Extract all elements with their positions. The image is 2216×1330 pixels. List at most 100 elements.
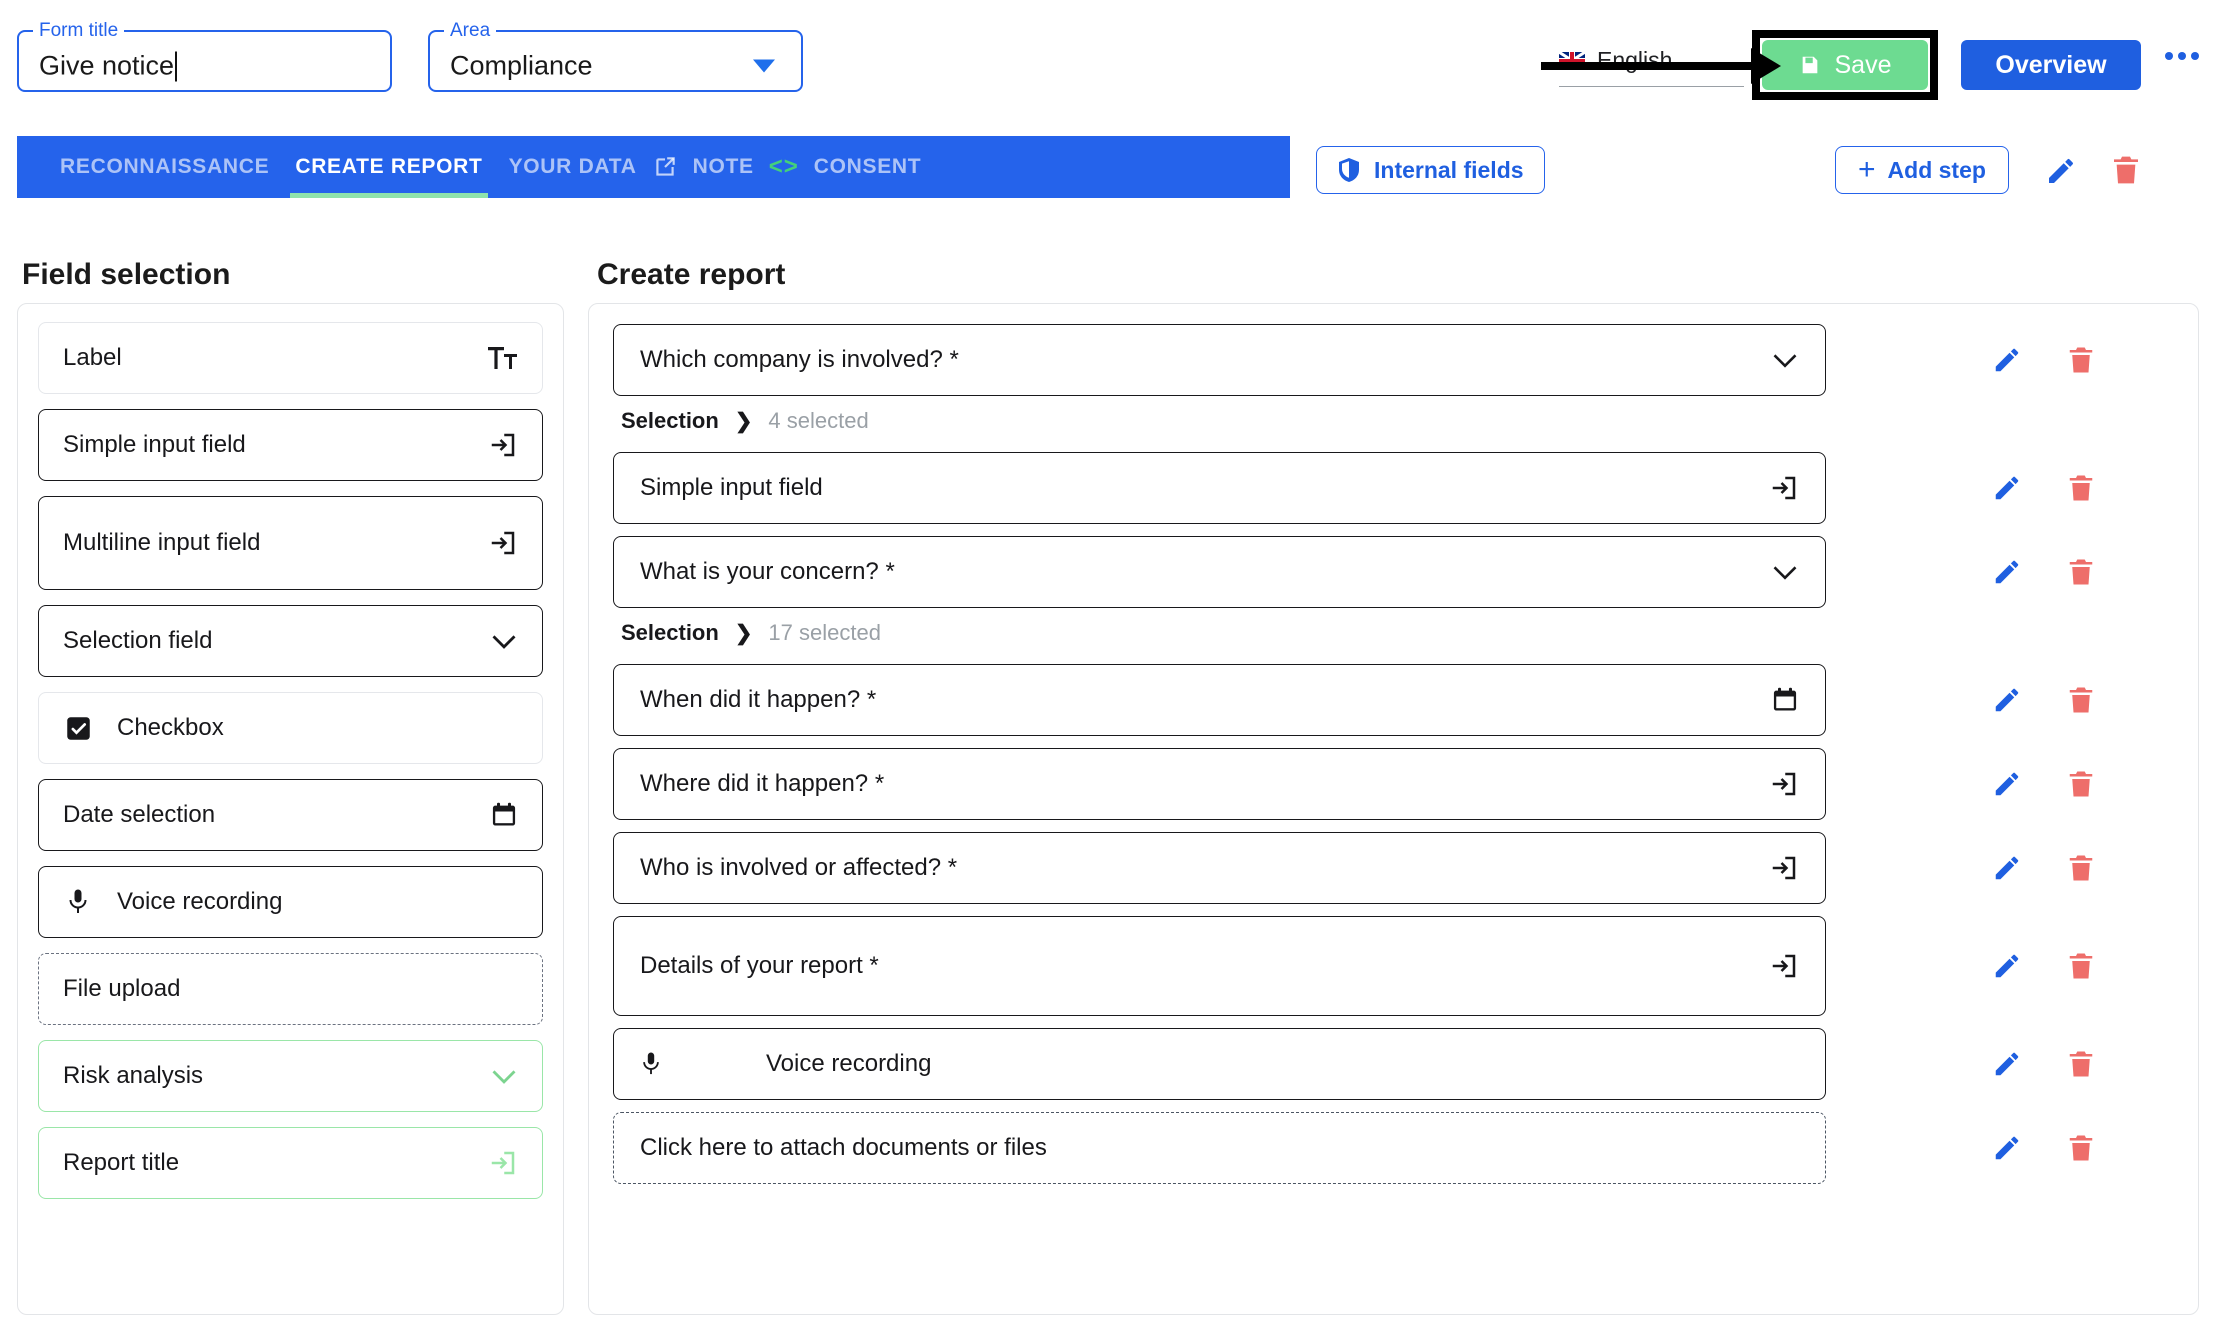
area-value: Compliance <box>450 50 593 81</box>
edit-field-icon[interactable] <box>1970 769 2044 799</box>
calendar-icon <box>490 801 518 829</box>
delete-field-icon[interactable] <box>2044 1048 2118 1080</box>
chevron-down-icon[interactable] <box>753 59 775 73</box>
report-field-who-involved[interactable]: Who is involved or affected? * <box>613 832 1826 904</box>
breadcrumb-selection-4: Selection ❯ 4 selected <box>621 408 2174 434</box>
more-options-icon[interactable] <box>2165 52 2199 60</box>
delete-field-icon[interactable] <box>2044 556 2118 588</box>
field-option-file-upload[interactable]: File upload <box>38 953 543 1025</box>
report-field-which-company[interactable]: Which company is involved? * <box>613 324 1826 396</box>
report-field-row: Who is involved or affected? * < > <box>613 832 2174 904</box>
tab-consent[interactable]: CONSENT <box>801 136 935 198</box>
tab-your-data[interactable]: YOUR DATA <box>496 136 650 198</box>
tab-note[interactable]: NOTE <box>680 136 767 198</box>
edit-field-icon[interactable] <box>1970 1049 2044 1079</box>
row-actions <box>1970 1048 2118 1080</box>
internal-fields-button[interactable]: Internal fields <box>1316 146 1545 194</box>
edit-field-icon[interactable] <box>1970 557 2044 587</box>
add-step-label: Add step <box>1887 156 1986 183</box>
delete-field-icon[interactable] <box>2044 768 2118 800</box>
input-icon <box>488 430 518 460</box>
report-field-label: Who is involved or affected? * <box>640 854 958 881</box>
save-button[interactable]: Save <box>1762 40 1928 90</box>
area-legend: Area <box>450 20 491 41</box>
report-field-voice-recording[interactable]: Voice recording <box>613 1028 1826 1100</box>
breadcrumb-label: Selection <box>621 408 719 433</box>
field-option-label-text: Report title <box>63 1149 180 1176</box>
internal-fields-label: Internal fields <box>1374 156 1524 183</box>
external-link-icon[interactable] <box>650 136 680 198</box>
chevron-down-icon <box>1771 562 1799 582</box>
edit-field-icon[interactable] <box>1970 473 2044 503</box>
field-option-simple-input[interactable]: Simple input field <box>38 409 543 481</box>
report-field-label: Simple input field <box>640 474 823 501</box>
field-option-report-title[interactable]: Report title <box>38 1127 543 1199</box>
tab-create-report[interactable]: CREATE REPORT <box>282 136 495 198</box>
field-option-label-text: Voice recording <box>117 888 283 915</box>
report-field-row: Click here to attach documents or files <box>613 1112 2174 1184</box>
chevron-right-icon: ❯ <box>734 409 753 433</box>
report-field-where-happened[interactable]: Where did it happen? * <box>613 748 1826 820</box>
report-field-file-upload[interactable]: Click here to attach documents or files <box>613 1112 1826 1184</box>
chevron-down-icon <box>490 1066 518 1086</box>
report-field-details[interactable]: Details of your report * <box>613 916 1826 1016</box>
overview-button[interactable]: Overview <box>1961 40 2141 90</box>
report-field-your-concern[interactable]: What is your concern? * <box>613 536 1826 608</box>
report-field-row: Where did it happen? * < > <box>613 748 2174 820</box>
report-field-label: What is your concern? * <box>640 558 895 585</box>
create-report-panel: Which company is involved? * Selection ❯… <box>588 303 2199 1315</box>
input-icon <box>488 528 518 558</box>
delete-step-icon[interactable] <box>2110 153 2142 187</box>
edit-field-icon[interactable] <box>1970 1133 2044 1163</box>
report-field-label: Where did it happen? * <box>640 770 885 797</box>
edit-field-icon[interactable] <box>1970 345 2044 375</box>
area-select-field[interactable]: Area Compliance <box>428 20 803 92</box>
edit-field-icon[interactable] <box>1970 853 2044 883</box>
delete-field-icon[interactable] <box>2044 852 2118 884</box>
row-actions: < > <box>1970 768 2118 800</box>
microphone-icon <box>39 888 117 916</box>
delete-field-icon[interactable] <box>2044 344 2118 376</box>
report-field-row: Which company is involved? * <box>613 324 2174 396</box>
edit-field-icon[interactable] <box>1970 685 2044 715</box>
add-step-button[interactable]: + Add step <box>1835 146 2009 194</box>
text-caret <box>175 51 178 82</box>
row-actions <box>1970 1132 2118 1164</box>
row-actions: < > <box>1970 684 2118 716</box>
edit-field-icon[interactable] <box>1970 951 2044 981</box>
field-option-voice-recording[interactable]: Voice recording <box>38 866 543 938</box>
chevron-right-icon: ❯ <box>734 621 753 645</box>
form-title-field[interactable]: Form title Give notice <box>17 20 392 92</box>
save-button-label: Save <box>1834 50 1892 79</box>
field-option-label-text: Label <box>63 344 122 371</box>
field-option-label[interactable]: Label <box>38 322 543 394</box>
field-option-risk-analysis[interactable]: Risk analysis <box>38 1040 543 1112</box>
create-report-title: Create report <box>597 258 786 291</box>
input-icon <box>1769 769 1799 799</box>
chevron-down-icon <box>490 631 518 651</box>
report-field-row: Details of your report * <box>613 916 2174 1016</box>
field-option-date-selection[interactable]: Date selection <box>38 779 543 851</box>
delete-field-icon[interactable] <box>2044 472 2118 504</box>
report-field-row: What is your concern? * <box>613 536 2174 608</box>
report-field-label: Details of your report * <box>640 952 879 979</box>
report-field-simple-input[interactable]: Simple input field <box>613 452 1826 524</box>
code-brackets-icon[interactable]: <> <box>767 136 801 198</box>
delete-field-icon[interactable] <box>2044 1132 2118 1164</box>
delete-field-icon[interactable] <box>2044 950 2118 982</box>
report-field-when-happened[interactable]: When did it happen? * <box>613 664 1826 736</box>
report-field-row: Simple input field <box>613 452 2174 524</box>
field-option-label-text: Selection field <box>63 627 213 654</box>
field-option-label-text: Checkbox <box>117 714 224 741</box>
input-icon <box>488 1148 518 1178</box>
edit-step-icon[interactable] <box>2045 155 2077 187</box>
field-option-multiline-input[interactable]: Multiline input field <box>38 496 543 590</box>
text-format-icon <box>488 345 518 371</box>
tab-reconnaissance[interactable]: RECONNAISSANCE <box>47 136 282 198</box>
field-option-selection-field[interactable]: Selection field <box>38 605 543 677</box>
report-field-label: Which company is involved? * <box>640 346 959 373</box>
delete-field-icon[interactable] <box>2044 684 2118 716</box>
field-option-checkbox[interactable]: Checkbox <box>38 692 543 764</box>
report-field-label: Click here to attach documents or files <box>640 1134 1047 1161</box>
form-title-legend: Form title <box>39 20 119 41</box>
